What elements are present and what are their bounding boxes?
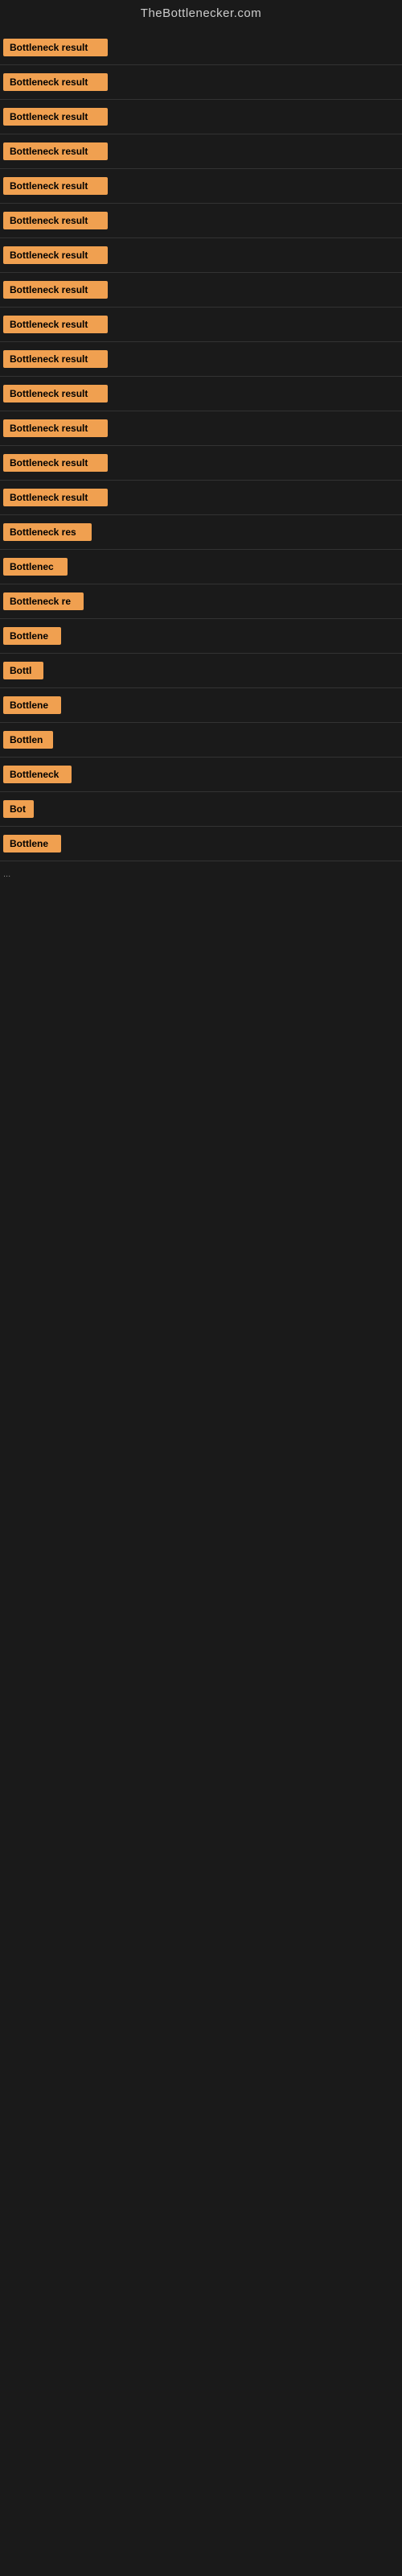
site-header: TheBottlenecker.com <box>0 0 402 31</box>
list-item: Bottlene <box>0 688 402 722</box>
list-item: Bottleneck result <box>0 308 402 341</box>
list-item: Bottleneck result <box>0 238 402 272</box>
list-item: Bottleneck result <box>0 481 402 514</box>
list-item: Bottleneck result <box>0 273 402 307</box>
bottleneck-badge[interactable]: Bottleneck <box>3 766 72 783</box>
list-item: Bottleneck result <box>0 100 402 134</box>
list-item: Bottleneck result <box>0 446 402 480</box>
bottleneck-badge[interactable]: Bottleneck result <box>3 281 108 299</box>
list-item: Bottleneck result <box>0 134 402 168</box>
bottleneck-badge[interactable]: Bottleneck result <box>3 385 108 402</box>
bottleneck-badge[interactable]: Bottlene <box>3 835 61 852</box>
list-item: Bottleneck re <box>0 584 402 618</box>
list-item: Bottl <box>0 654 402 687</box>
bottleneck-badge[interactable]: Bottleneck result <box>3 177 108 195</box>
bottleneck-badge[interactable]: Bottl <box>3 662 43 679</box>
list-item: Bottleneck result <box>0 411 402 445</box>
bottleneck-list: Bottleneck result Bottleneck result Bottle… <box>0 31 402 887</box>
list-item: Bottleneck result <box>0 169 402 203</box>
bottleneck-badge[interactable]: Bottleneck result <box>3 246 108 264</box>
list-item: Bottleneck result <box>0 31 402 64</box>
bottleneck-badge[interactable]: Bottleneck re <box>3 592 84 610</box>
bottleneck-badge[interactable]: Bottleneck result <box>3 73 108 91</box>
bottleneck-badge[interactable]: Bottleneck result <box>3 39 108 56</box>
list-item: Bottlene <box>0 827 402 861</box>
list-item: Bottlene <box>0 619 402 653</box>
bottleneck-badge[interactable]: Bottleneck result <box>3 316 108 333</box>
list-item: Bot <box>0 792 402 826</box>
bottleneck-badge[interactable]: Bottleneck result <box>3 142 108 160</box>
list-item: Bottlenec <box>0 550 402 584</box>
bottleneck-badge[interactable]: Bottlenec <box>3 558 68 576</box>
list-item: Bottleneck <box>0 758 402 791</box>
list-item: Bottlen <box>0 723 402 757</box>
bottleneck-badge[interactable]: Bottlene <box>3 696 61 714</box>
list-item: Bottleneck result <box>0 204 402 237</box>
list-item: Bottleneck result <box>0 377 402 411</box>
list-item: Bottleneck result <box>0 65 402 99</box>
bottleneck-badge[interactable]: Bottleneck result <box>3 419 108 437</box>
bottleneck-badge[interactable]: Bottlen <box>3 731 53 749</box>
list-item: Bottleneck res <box>0 515 402 549</box>
bottleneck-badge[interactable]: Bottleneck result <box>3 212 108 229</box>
bottleneck-badge[interactable]: Bottlene <box>3 627 61 645</box>
site-title: TheBottlenecker.com <box>141 6 261 20</box>
list-item: Bottleneck result <box>0 342 402 376</box>
bottleneck-badge[interactable]: Bottleneck result <box>3 489 108 506</box>
bottleneck-badge[interactable]: Bottleneck result <box>3 108 108 126</box>
bottleneck-badge[interactable]: Bot <box>3 800 34 818</box>
ellipsis-indicator: ... <box>0 861 402 887</box>
bottleneck-badge[interactable]: Bottleneck result <box>3 454 108 472</box>
bottleneck-badge[interactable]: Bottleneck res <box>3 523 92 541</box>
bottleneck-badge[interactable]: Bottleneck result <box>3 350 108 368</box>
